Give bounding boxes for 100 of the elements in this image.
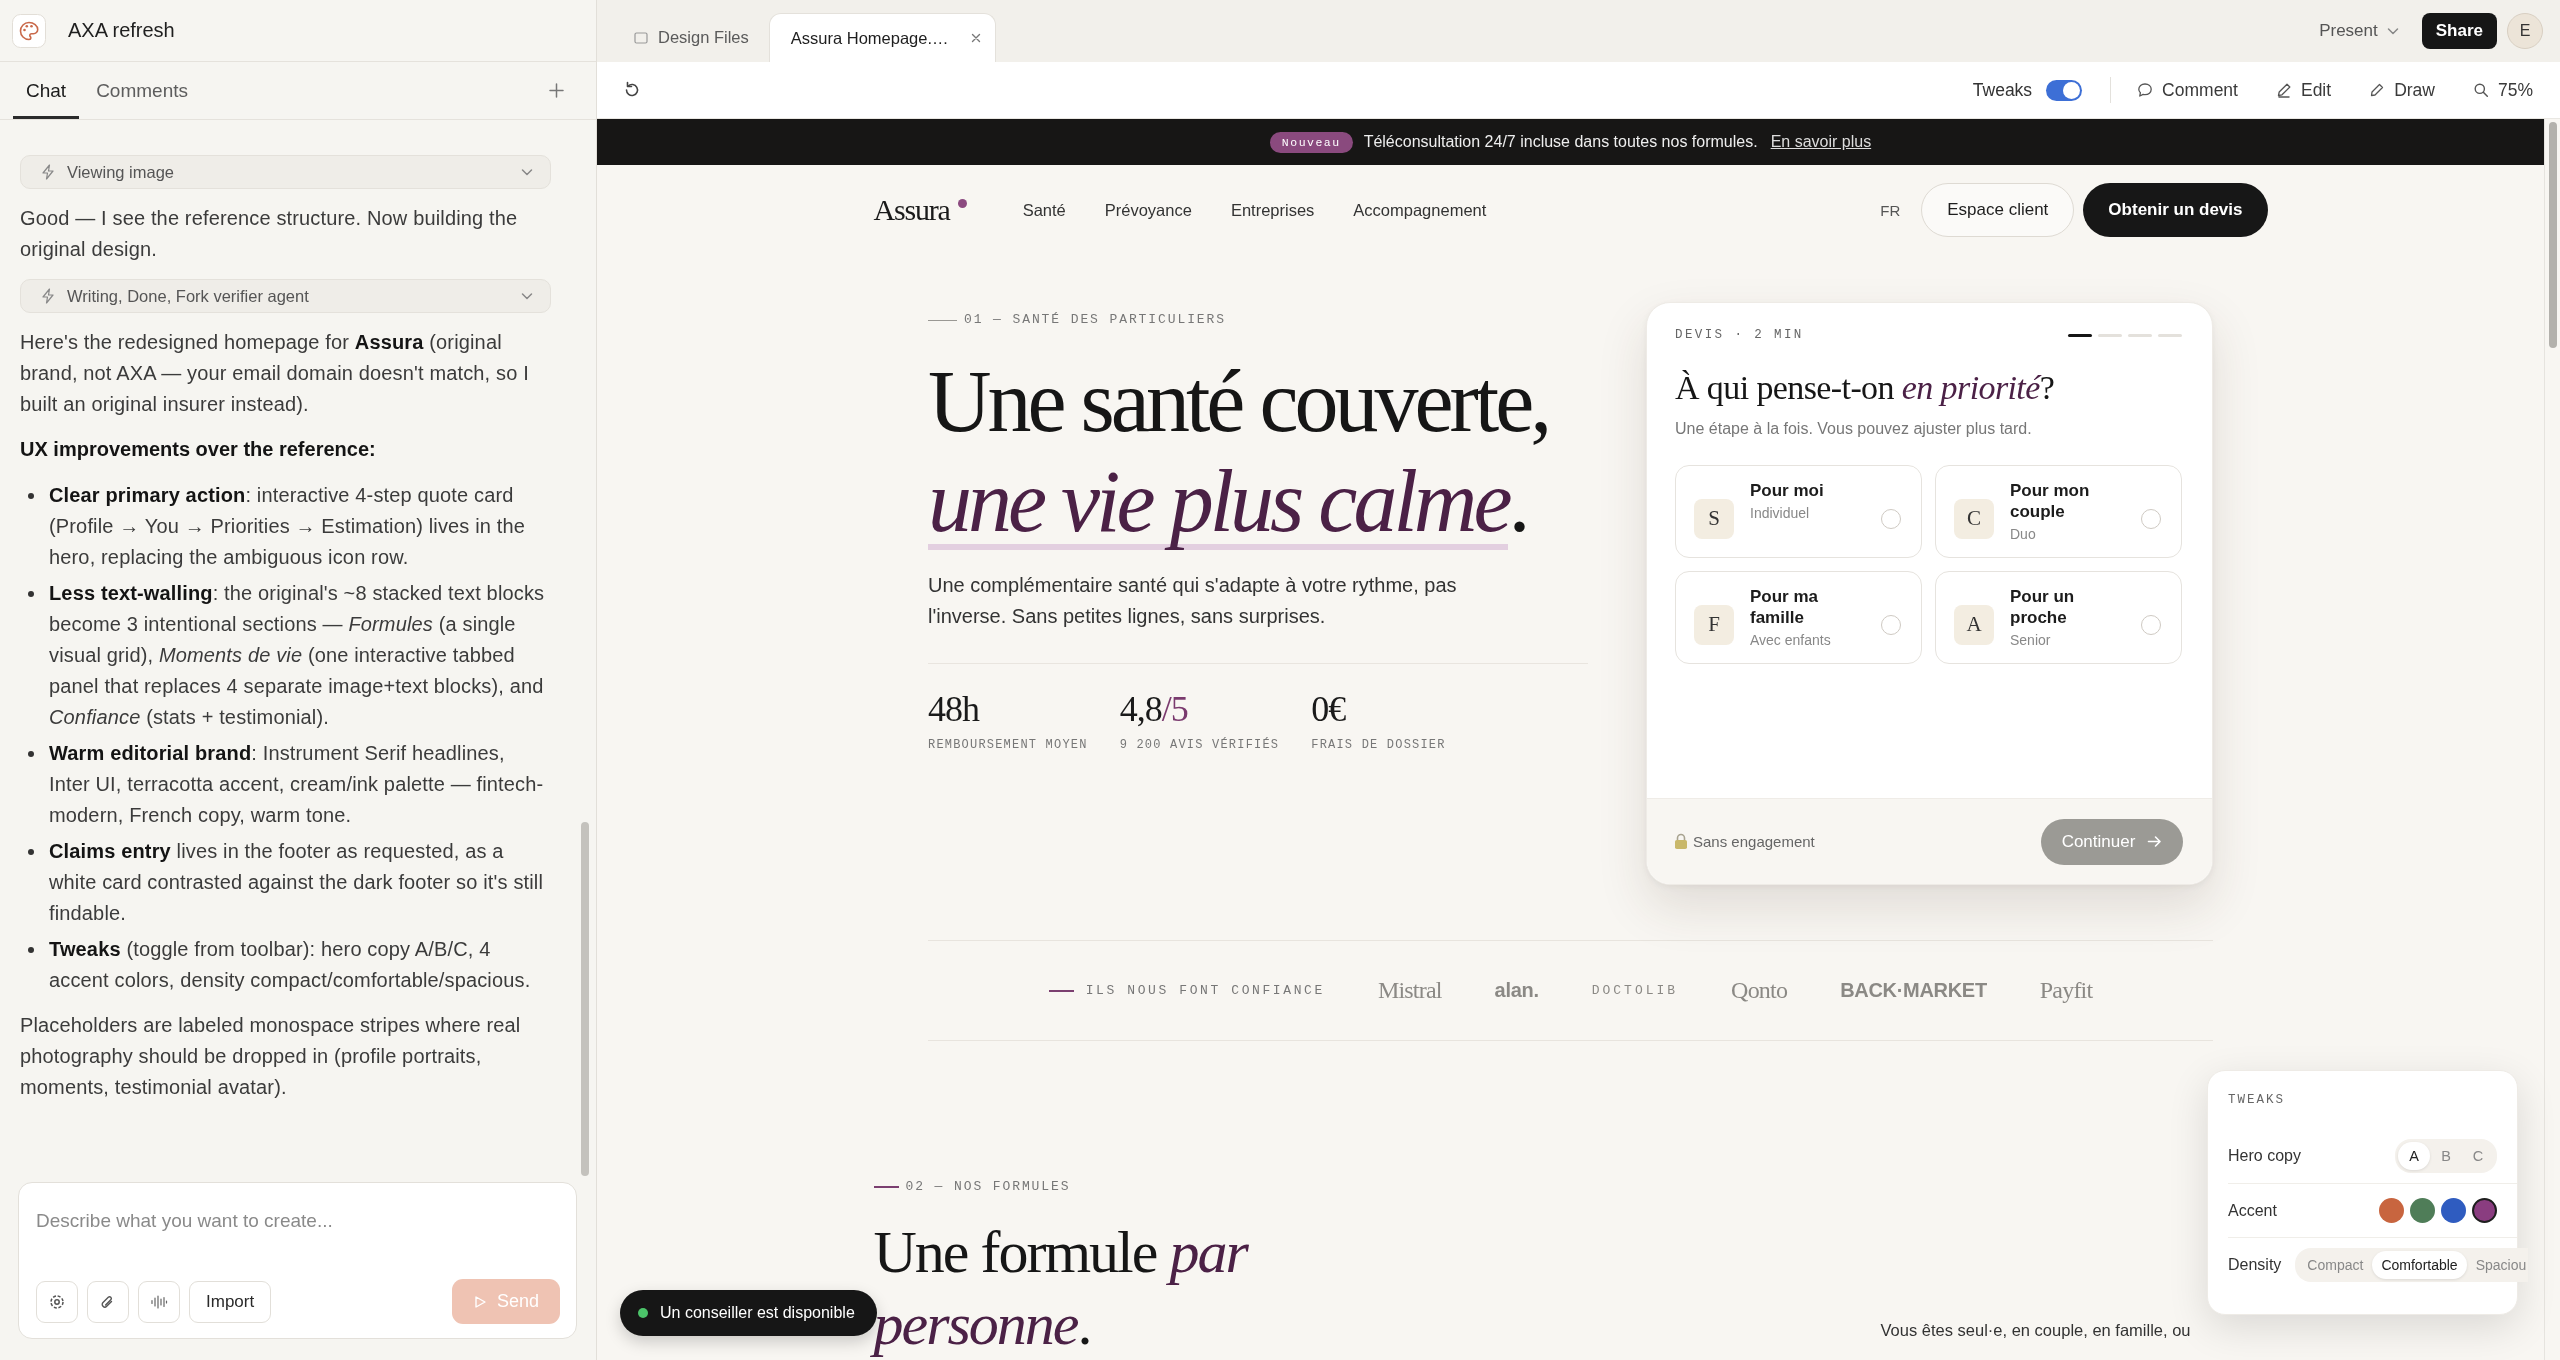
option-title: Pour moi — [1750, 480, 1825, 501]
letter-tile: F — [1694, 604, 1734, 645]
color-swatch-icon[interactable] — [2410, 1198, 2435, 1223]
chat-message: Here's the redesigned homepage for Assura (original brand, not AXA — your email domain doesn't match, so I built an original insurer instead). — [20, 330, 530, 417]
file-tab[interactable]: Assura Homepage.… — [768, 13, 996, 62]
setting-label: Accent — [2228, 1201, 2277, 1220]
panel-tab[interactable]: Comments — [83, 62, 201, 119]
voice-button[interactable] — [138, 1280, 180, 1323]
message-input[interactable]: Describe what you want to create... — [36, 1197, 560, 1245]
attach-button[interactable] — [87, 1280, 129, 1323]
chat-list-item: Warm editorial brand: Instrument Serif headlines, Inter UI, terracotta accent, cream/ink palette — fintech-modern, French copy, warm tone. — [49, 741, 545, 828]
announcement-text: Téléconsultation 24/7 incluse dans toutes nos formules. — [1363, 133, 1758, 151]
option-card[interactable]: A Pour un proche Senior — [1935, 571, 2182, 664]
trust-label: ILS NOUS FONT CONFIANCE — [1085, 983, 1325, 998]
no-commitment-note: Sans engagement — [1693, 833, 1815, 850]
tweaks-toggle[interactable] — [2046, 79, 2083, 101]
setting-label: Density — [2228, 1255, 2282, 1274]
toolbar-button[interactable]: 75% — [2472, 79, 2533, 101]
section-intro: Vous êtes seul·e, en couple, en famille, ou — [1880, 1320, 2192, 1341]
magnifier-icon — [2472, 82, 2489, 98]
partner-logo: alan. — [1494, 979, 1539, 1002]
card-title: À qui pense-t-on en priorité? — [1675, 368, 2056, 408]
letter-tile: A — [1954, 604, 1994, 645]
nav-link[interactable]: Prévoyance — [1104, 200, 1192, 220]
color-swatch-icon[interactable] — [2472, 1198, 2497, 1223]
option-subtitle: Avec enfants — [1750, 631, 1832, 650]
lock-icon — [1674, 833, 1688, 850]
lightning-icon — [41, 288, 55, 304]
quote-button[interactable]: Obtenir un devis — [2083, 183, 2268, 237]
card-eyebrow: DEVIS · 2 MIN — [1675, 328, 1804, 342]
toolbar-button[interactable]: Edit — [2275, 79, 2332, 101]
option-card[interactable]: S Pour moi Individuel — [1675, 465, 1922, 558]
present-button[interactable]: Present — [2319, 21, 2400, 41]
new-badge: Nouveau — [1269, 131, 1353, 153]
toolbar-button[interactable]: Comment — [2137, 79, 2238, 101]
stat-label: REMBOURSEMENT MOYEN — [928, 737, 1088, 754]
language-link[interactable]: FR — [1880, 201, 1901, 219]
chat-list-item: Claims entry lives in the footer as requested, as a white card contrasted against the dark footer so it's still findable. — [49, 839, 545, 926]
option-subtitle: Duo — [2010, 525, 2037, 544]
advisor-status: Un conseiller est disponible — [660, 1304, 855, 1322]
hero-title: Une santé couverte, une vie plus calme. — [928, 352, 1550, 552]
color-swatch-icon[interactable] — [2441, 1198, 2466, 1223]
stat-value: 0€ — [1311, 689, 1347, 729]
share-button[interactable]: Share — [2421, 13, 2497, 49]
settings-button[interactable] — [36, 1280, 78, 1323]
radio-button[interactable] — [2141, 508, 2161, 529]
pencil-icon — [2369, 82, 2386, 98]
toolbar-button[interactable]: Draw — [2369, 79, 2435, 101]
panel-tab[interactable]: Chat — [13, 62, 80, 119]
pen-icon — [2275, 82, 2292, 98]
radio-button[interactable] — [2141, 614, 2161, 635]
stat-value: 48h — [928, 689, 981, 729]
lightning-icon — [41, 164, 55, 180]
square-icon — [634, 30, 648, 45]
arrow-right-icon — [2147, 834, 2163, 849]
tool-activity-toggle[interactable]: Viewing image — [20, 155, 551, 189]
bullet-icon — [28, 751, 34, 757]
partner-logo: Qonto — [1731, 977, 1788, 1004]
import-button[interactable]: Import — [189, 1280, 272, 1323]
partner-logo: Mistral — [1377, 977, 1442, 1004]
radio-button[interactable] — [1881, 508, 1901, 529]
bullet-icon — [28, 849, 34, 855]
hero-copy-option[interactable]: A — [2398, 1142, 2430, 1170]
project-title: AXA refresh — [68, 19, 175, 42]
advisor-chat-button[interactable]: Un conseiller est disponible — [620, 1290, 877, 1336]
chat-list-item: Less text-walling: the original's ~8 stacked text blocks become 3 intentional sections — Formules (a single visual grid), Moments de vie (one interactive tabbed panel that replaces 4 separate image+text blocks), and Confiance (stats + testimonial). — [49, 581, 546, 730]
stat-label: FRAIS DE DOSSIER — [1311, 737, 1446, 754]
option-subtitle: Senior — [2010, 631, 2052, 650]
section-eyebrow: 02 — NOS FORMULES — [905, 1178, 1071, 1196]
color-swatch-icon[interactable] — [2379, 1198, 2404, 1223]
comment-icon — [2137, 82, 2154, 98]
dot-icon — [957, 198, 967, 208]
chat-list-item: Tweaks (toggle from toolbar): hero copy A/B/C, 4 accent colors, density compact/comfortable/spacious. — [49, 937, 532, 993]
chat-message: Good — I see the reference structure. Now building the original design. — [20, 206, 519, 262]
bullet-icon — [28, 591, 34, 597]
play-icon — [472, 1294, 487, 1309]
radio-button[interactable] — [1881, 614, 1901, 635]
user-avatar[interactable]: E — [2507, 13, 2543, 49]
learn-more-link[interactable]: En savoir plus — [1770, 133, 1872, 151]
site-logo[interactable]: Assura — [873, 193, 950, 227]
chat-list-item: Clear primary action: interactive 4-step quote card (Profile → You → Priorities → Estimation) lives in the hero, replacing the ambiguous icon row. — [49, 483, 527, 570]
nav-link[interactable]: Entreprises — [1230, 200, 1315, 220]
plus-icon[interactable] — [549, 83, 564, 98]
option-card[interactable]: F Pour ma famille Avec enfants — [1675, 571, 1922, 664]
option-title: Pour mon couple — [2010, 480, 2091, 522]
density-option[interactable]: Comfortable — [2372, 1250, 2467, 1279]
file-tab[interactable]: Design Files — [634, 28, 749, 47]
partner-logo: BACK·MARKET — [1840, 979, 1987, 1002]
partner-logo: DOCTOLIB — [1591, 983, 1679, 998]
tool-activity-toggle[interactable]: Writing, Done, Fork verifier agent — [20, 279, 551, 313]
nav-link[interactable]: Accompagnement — [1353, 200, 1487, 220]
option-card[interactable]: C Pour mon couple Duo — [1935, 465, 2182, 558]
palette-icon[interactable] — [12, 13, 46, 48]
section-eyebrow: 01 — SANTÉ DES PARTICULIERS — [964, 311, 1226, 329]
stat-value: 4,8/5 — [1119, 689, 1189, 729]
nav-link[interactable]: Santé — [1022, 200, 1066, 220]
setting-label: Hero copy — [2228, 1147, 2301, 1165]
scrollbar[interactable] — [2549, 122, 2557, 348]
scrollbar[interactable] — [581, 822, 589, 1176]
client-area-button[interactable]: Espace client — [1921, 183, 2075, 237]
